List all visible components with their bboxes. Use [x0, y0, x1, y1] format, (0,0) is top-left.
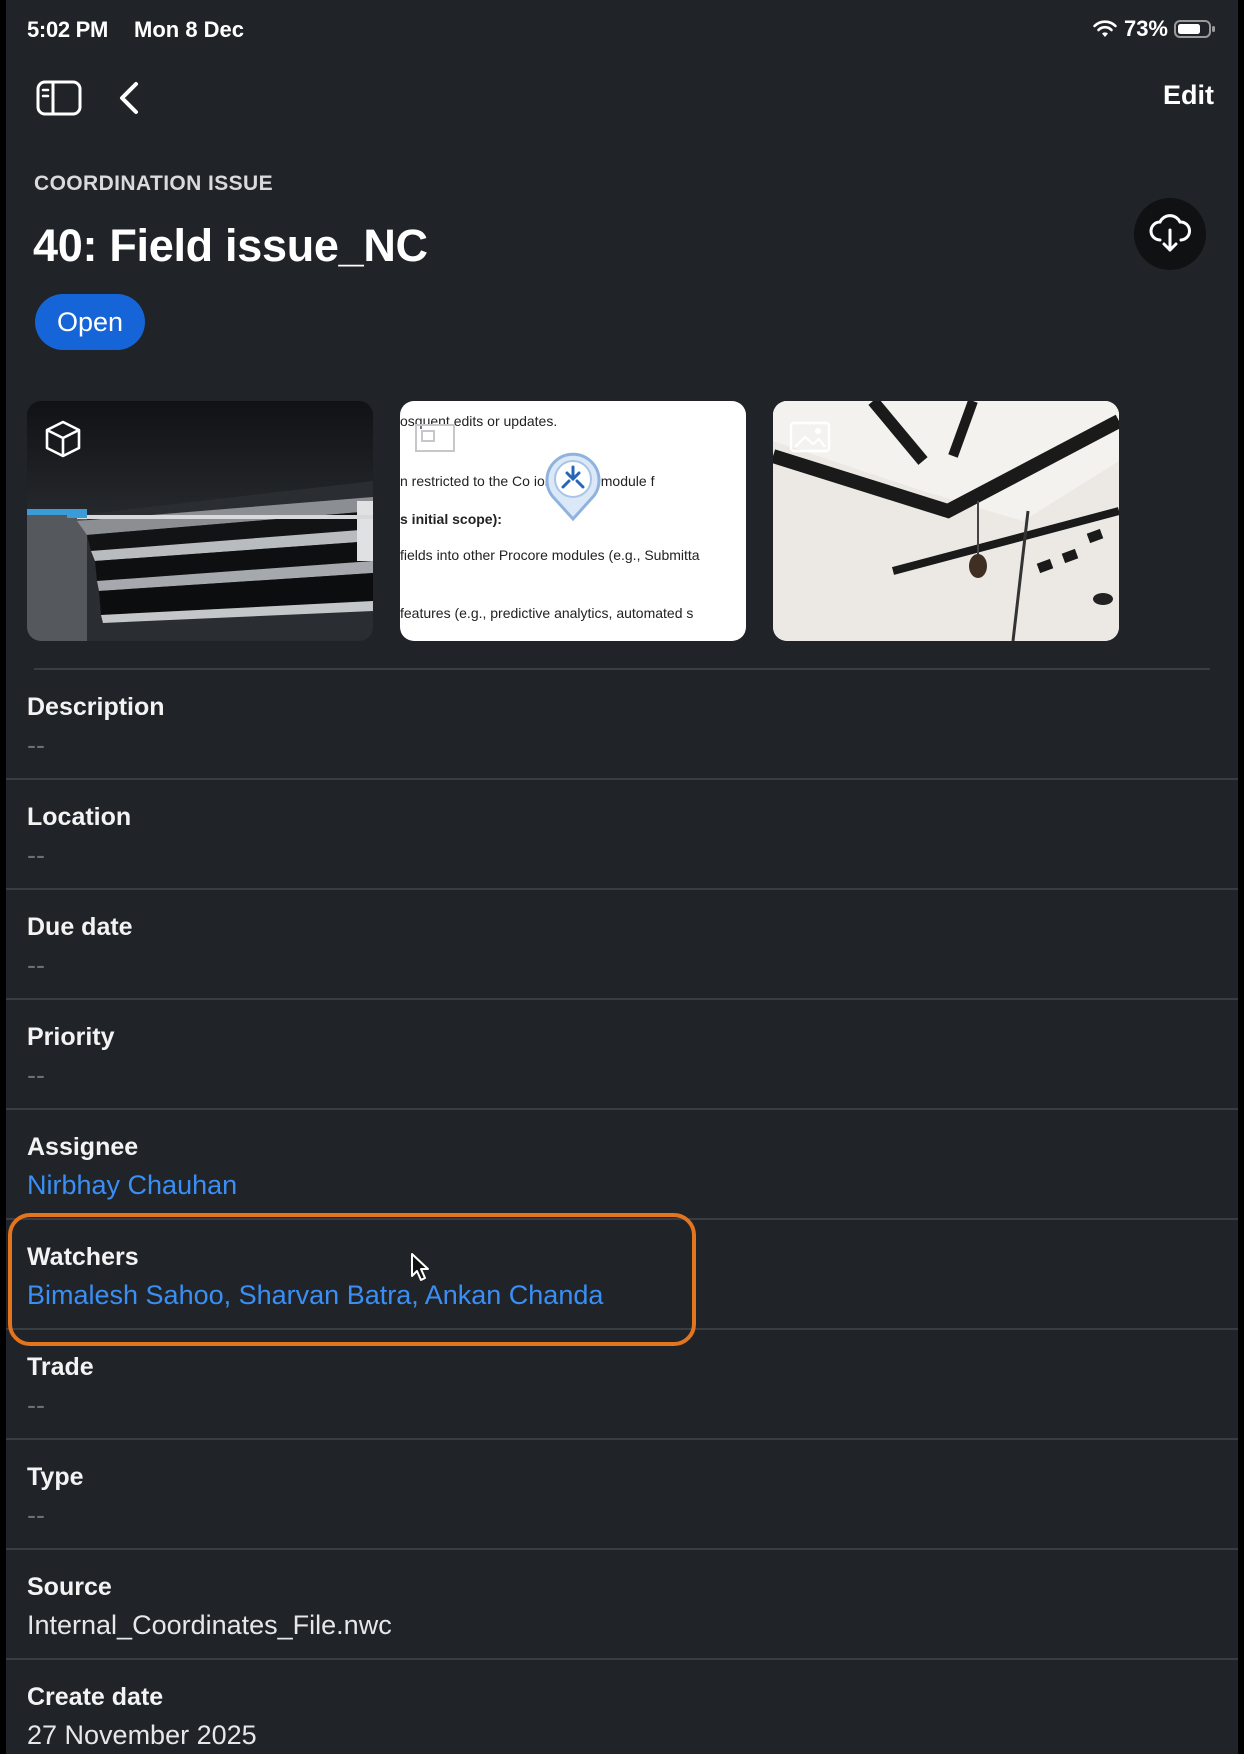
field-description[interactable]: Description --: [6, 670, 1238, 780]
status-bar: 5:02 PM Mon 8 Dec 73%: [6, 0, 1238, 58]
status-time: 5:02 PM: [27, 17, 109, 42]
field-priority[interactable]: Priority --: [6, 1000, 1238, 1110]
field-source[interactable]: Source Internal_Coordinates_File.nwc: [6, 1550, 1238, 1660]
chevron-left-icon: [120, 82, 138, 114]
field-label: Trade: [27, 1353, 94, 1381]
watchers-highlight: [8, 1213, 696, 1346]
field-label: Source: [27, 1573, 112, 1601]
doc-text-line: s initial scope):: [400, 511, 502, 527]
field-location[interactable]: Location --: [6, 780, 1238, 890]
issue-detail-screen: 5:02 PM Mon 8 Dec 73% Edit COORDINATION …: [6, 0, 1238, 1754]
sidebar-toggle-button[interactable]: [36, 78, 82, 118]
field-value: --: [27, 950, 45, 980]
cube-icon: [45, 420, 81, 458]
battery-icon: [1174, 20, 1215, 38]
field-value: --: [27, 1500, 45, 1530]
image-icon: [789, 421, 831, 453]
status-date: Mon 8 Dec: [134, 17, 245, 42]
field-value: --: [27, 840, 45, 870]
field-label: Due date: [27, 913, 133, 941]
field-value: 27 November 2025: [27, 1720, 257, 1750]
edit-button[interactable]: Edit: [1163, 80, 1214, 111]
doc-text-line: features (e.g., predictive analytics, au…: [400, 605, 694, 621]
attachment-photo[interactable]: [773, 401, 1119, 641]
field-trade[interactable]: Trade --: [6, 1330, 1238, 1440]
attachment-document[interactable]: osquent edits or updates. n restricted t…: [400, 401, 746, 641]
wifi-icon: [1093, 20, 1117, 37]
page-title: 40: Field issue_NC: [33, 220, 428, 271]
doc-text-line: fields into other Procore modules (e.g.,…: [400, 547, 700, 563]
status-badge[interactable]: Open: [35, 294, 146, 350]
sidebar-icon: [36, 80, 82, 116]
back-button[interactable]: [112, 78, 148, 118]
field-type[interactable]: Type --: [6, 1440, 1238, 1550]
pin-marker-icon: [545, 452, 601, 522]
battery-percent: 73%: [1123, 16, 1168, 41]
field-value: --: [27, 1060, 45, 1090]
field-value: --: [27, 1390, 45, 1420]
field-label: Location: [27, 803, 132, 831]
mouse-cursor-icon: [411, 1253, 429, 1281]
issue-type-label: COORDINATION ISSUE: [34, 172, 273, 195]
attachment-3d-model[interactable]: [27, 401, 373, 641]
status-indicators: 73%: [1092, 16, 1216, 42]
field-value: Internal_Coordinates_File.nwc: [27, 1610, 392, 1640]
field-label: Create date: [27, 1683, 164, 1711]
field-assignee[interactable]: Assignee Nirbhay Chauhan: [6, 1110, 1238, 1220]
field-create-date[interactable]: Create date 27 November 2025: [6, 1660, 1238, 1754]
document-icon: [415, 424, 455, 452]
field-label: Type: [27, 1463, 84, 1491]
field-label: Assignee: [27, 1133, 139, 1161]
download-button[interactable]: [1134, 198, 1206, 270]
doc-text-line: n restricted to the Co ion Issues module…: [400, 473, 655, 489]
assignee-link[interactable]: Nirbhay Chauhan: [27, 1170, 237, 1201]
field-label: Priority: [27, 1023, 115, 1051]
field-due-date[interactable]: Due date --: [6, 890, 1238, 1000]
cloud-download-icon: [1149, 214, 1191, 252]
field-value: --: [27, 730, 45, 760]
field-label: Description: [27, 693, 165, 721]
